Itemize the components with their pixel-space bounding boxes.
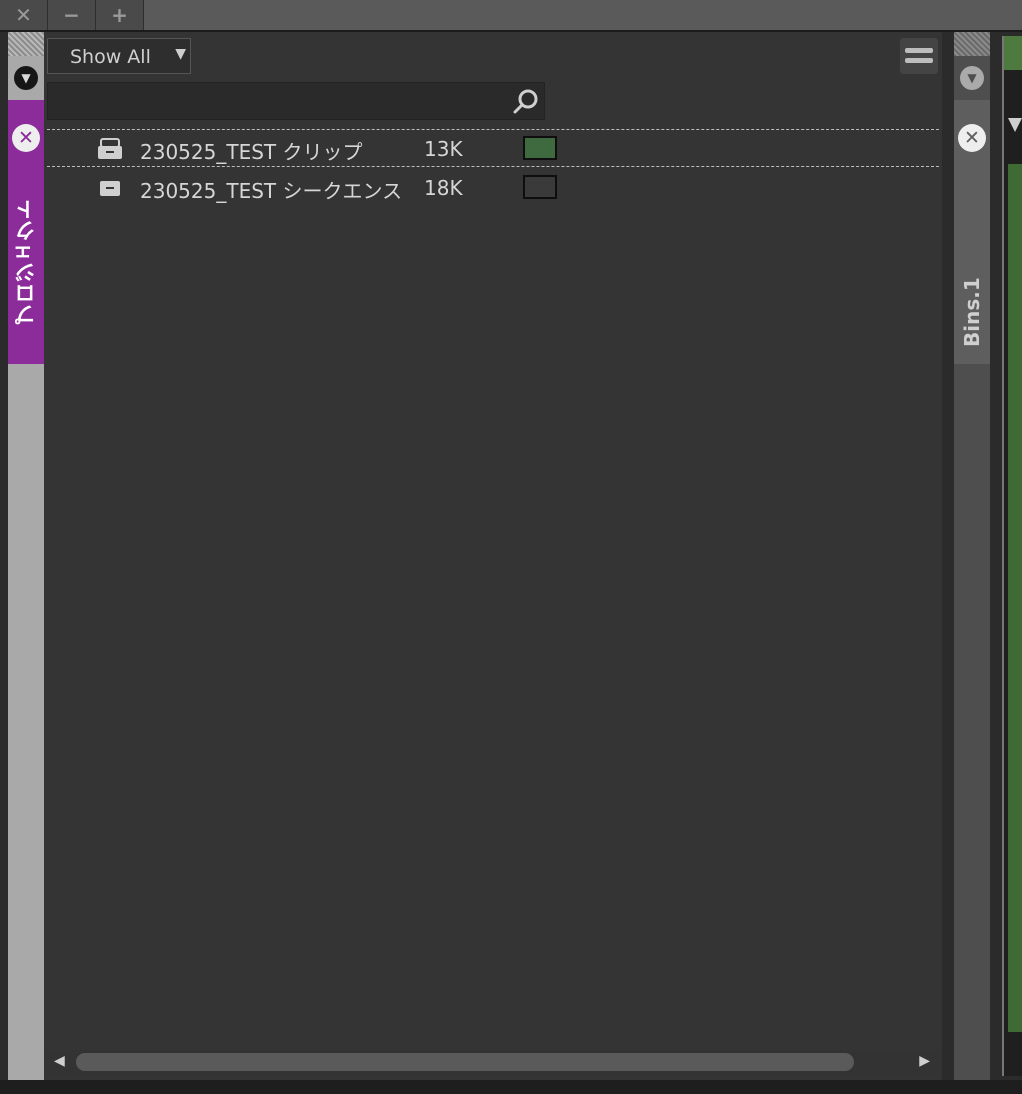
plus-icon: +: [111, 3, 128, 27]
filter-dropdown[interactable]: Show All ▼: [47, 38, 191, 74]
right-tab-strip: ▼ ✕ Bins.1: [954, 32, 990, 1080]
filter-dropdown-value: Show All: [70, 46, 151, 68]
adjacent-panel-edge: [1002, 36, 1022, 1076]
close-window-button[interactable]: ✕: [0, 0, 48, 30]
close-icon: ✕: [964, 127, 980, 149]
color-label-swatch: [523, 136, 557, 160]
list-item[interactable]: 230525_TEST シークエンス 18K: [47, 169, 939, 207]
item-size: 18K: [424, 176, 463, 200]
item-size: 13K: [424, 137, 463, 161]
scroll-right-icon[interactable]: ▶: [919, 1053, 930, 1069]
left-tab-strip: ▼ ✕ プロジェクト: [8, 32, 44, 1080]
bottom-edge: [0, 1080, 1022, 1094]
close-tab-button[interactable]: ✕: [958, 124, 986, 152]
collapse-panel-button[interactable]: ▼: [14, 66, 38, 90]
drag-handle[interactable]: [8, 32, 44, 56]
close-tab-button[interactable]: ✕: [12, 124, 40, 152]
search-input[interactable]: [47, 82, 545, 120]
tab-project-label: プロジェクト: [14, 199, 38, 325]
triangle-down-icon: ▼: [175, 46, 186, 62]
window-title-bar: ✕ − +: [0, 0, 1022, 32]
drag-handle[interactable]: [954, 32, 990, 56]
project-panel: Show All ▼ 230525_TEST クリップ 13K 230525_T…: [44, 32, 942, 1080]
adjacent-panel-header: [1004, 36, 1022, 70]
scroll-left-icon[interactable]: ◀: [54, 1053, 65, 1069]
scrollbar-thumb[interactable]: [76, 1053, 854, 1071]
triangle-down-icon: ▼: [967, 71, 977, 85]
horizontal-scrollbar[interactable]: ◀ ▶: [44, 1050, 942, 1074]
triangle-down-icon: ▼: [21, 71, 31, 85]
playhead-marker-icon[interactable]: [1008, 118, 1022, 132]
panel-menu-button[interactable]: [900, 38, 938, 74]
item-name: 230525_TEST シークエンス: [140, 179, 403, 203]
collapse-panel-button[interactable]: ▼: [960, 66, 984, 90]
minus-icon: −: [63, 3, 80, 27]
tab-bins-label: Bins.1: [960, 277, 984, 347]
close-icon: ✕: [15, 3, 32, 27]
minimize-window-button[interactable]: −: [48, 0, 96, 30]
item-name: 230525_TEST クリップ: [140, 140, 363, 164]
color-label-swatch: [523, 175, 557, 199]
bin-icon: [98, 138, 122, 159]
search-icon[interactable]: [512, 87, 540, 115]
list-item[interactable]: 230525_TEST クリップ 13K: [47, 129, 939, 167]
adjacent-panel-track: [1008, 164, 1022, 1032]
maximize-window-button[interactable]: +: [96, 0, 144, 30]
bin-icon: [100, 181, 120, 196]
close-icon: ✕: [18, 126, 34, 149]
